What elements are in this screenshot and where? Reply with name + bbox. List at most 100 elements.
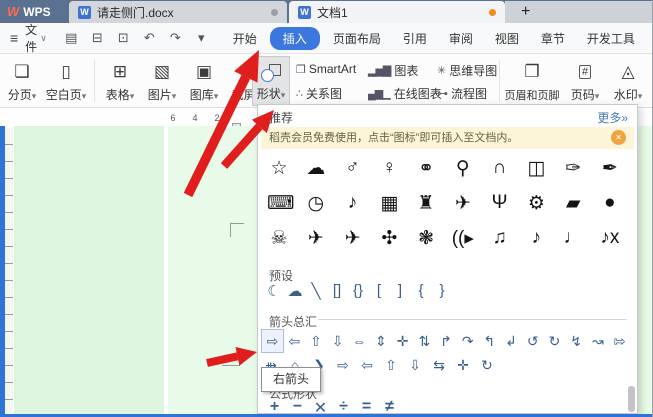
document-tab-2[interactable]: W 文档1 bbox=[289, 1, 505, 23]
tab-status-dot[interactable] bbox=[271, 8, 278, 16]
right-bracket-shape[interactable]: ] bbox=[392, 282, 408, 300]
mouse-icon[interactable]: ● bbox=[598, 192, 622, 214]
scooter-icon[interactable]: ⚭ bbox=[414, 157, 438, 180]
quarter-note-icon[interactable]: ♩ bbox=[561, 227, 585, 249]
flowchart-button[interactable]: ⊶ 流程图 bbox=[437, 85, 487, 102]
chevron-down-icon[interactable]: ∨ bbox=[40, 33, 47, 44]
mindmap-button[interactable]: ✳ 思维导图 bbox=[437, 62, 497, 79]
double-brace-shape[interactable]: {} bbox=[350, 282, 366, 300]
book-icon[interactable]: ◫ bbox=[524, 157, 548, 180]
battery-icon[interactable]: ▰ bbox=[561, 192, 585, 215]
man-icon[interactable]: ♂ bbox=[341, 157, 365, 179]
eighth-note-icon[interactable]: ♪ bbox=[524, 227, 548, 249]
print-preview-icon[interactable]: ⊡ bbox=[113, 30, 134, 46]
flower-splat-icon[interactable]: ❃ bbox=[414, 227, 438, 250]
curved-left-arrow-shape[interactable]: ↺ bbox=[522, 330, 543, 352]
fan-icon[interactable]: ✣ bbox=[377, 227, 401, 250]
curved-down-arrow-shape[interactable]: ↯ bbox=[566, 330, 587, 352]
menu-item-section[interactable]: 章节 bbox=[532, 27, 574, 50]
page-number-button[interactable]: # 页码▾ bbox=[566, 56, 604, 106]
left-brace-shape[interactable]: { bbox=[413, 282, 429, 300]
up-down-arrow-shape[interactable]: ⇕ bbox=[370, 330, 391, 352]
plane-icon[interactable]: ✈ bbox=[451, 192, 475, 215]
gears-icon[interactable]: ⚙ bbox=[524, 192, 548, 215]
right-brace-shape[interactable]: } bbox=[434, 282, 450, 300]
new-tab-button[interactable]: + bbox=[505, 3, 546, 21]
document-tab-1[interactable]: W 请走侧门.docx bbox=[69, 1, 287, 23]
microphone-icon[interactable]: Ψ bbox=[488, 192, 512, 214]
lighthouse-icon[interactable]: ♜ bbox=[414, 192, 438, 215]
print-icon[interactable]: ⊟ bbox=[87, 30, 108, 46]
redo-icon[interactable]: ↷ bbox=[165, 30, 186, 46]
menu-item-home[interactable]: 开始 bbox=[224, 27, 266, 50]
left-right-up-arrow-shape[interactable]: ⇅ bbox=[414, 330, 435, 352]
up-arrow-shape[interactable]: ⇧ bbox=[305, 330, 326, 352]
airplane-icon[interactable]: ✈ bbox=[304, 227, 328, 250]
file-menu[interactable]: 文件 bbox=[22, 21, 40, 55]
table-button[interactable]: ⊞ 表格▾ bbox=[100, 56, 140, 106]
quad-arrow-callout-shape[interactable]: ✛ bbox=[456, 357, 470, 374]
piano-icon[interactable]: ⌨ bbox=[267, 192, 294, 215]
loudspeaker-icon[interactable]: ((▸ bbox=[451, 227, 475, 250]
left-right-arrow-callout-shape[interactable]: ⇆ bbox=[432, 357, 446, 374]
u-turn-arrow-shape[interactable]: ↷ bbox=[457, 330, 478, 352]
page-break-button[interactable]: ❏ 分页▾ bbox=[4, 56, 40, 106]
gallery-button[interactable]: ▣ 图库▾ bbox=[184, 56, 224, 106]
menu-item-cloud[interactable]: 云服务 bbox=[648, 27, 652, 50]
tab-unsaved-dot[interactable] bbox=[489, 8, 496, 16]
double-bracket-shape[interactable]: [] bbox=[329, 282, 345, 300]
farm-field-icon[interactable]: ▦ bbox=[377, 192, 401, 215]
smartart-button[interactable]: ❒ SmartArt bbox=[296, 62, 356, 76]
up-arrow-callout-shape[interactable]: ⇧ bbox=[384, 357, 398, 374]
hamburger-icon[interactable]: ≡ bbox=[6, 30, 22, 46]
menu-item-references[interactable]: 引用 bbox=[394, 27, 436, 50]
left-arrow-shape[interactable]: ⇦ bbox=[284, 330, 305, 352]
left-up-arrow-shape[interactable]: ↲ bbox=[501, 330, 522, 352]
skull-icon[interactable]: ☠ bbox=[267, 227, 291, 250]
star-icon[interactable]: ☆ bbox=[267, 157, 291, 180]
header-footer-button[interactable]: ❐ 页眉和页脚 bbox=[503, 56, 561, 106]
menu-item-dev-tools[interactable]: 开发工具 bbox=[578, 27, 644, 50]
chart-button[interactable]: ▂▅▇ 图表 bbox=[368, 62, 418, 79]
down-arrow-shape[interactable]: ⇩ bbox=[327, 330, 348, 352]
left-arrow-callout-shape[interactable]: ⇦ bbox=[360, 357, 374, 374]
document-page-1[interactable] bbox=[14, 126, 164, 414]
left-right-arrow-shape[interactable]: ⇔ bbox=[349, 330, 370, 352]
pen-icon[interactable]: ✒ bbox=[598, 157, 622, 180]
beamed-note-icon[interactable]: ♫ bbox=[488, 227, 512, 249]
menu-item-insert[interactable]: 插入 bbox=[269, 26, 320, 50]
circular-arrow-shape[interactable]: ↻ bbox=[480, 357, 494, 374]
more-link[interactable]: 更多» bbox=[597, 109, 628, 126]
more-commands-icon[interactable]: ▾ bbox=[191, 30, 212, 46]
down-arrow-callout-shape[interactable]: ⇩ bbox=[408, 357, 422, 374]
save-icon[interactable]: ▤ bbox=[61, 30, 82, 46]
relation-diagram-button[interactable]: ∴ 关系图 bbox=[296, 85, 342, 102]
line-shape[interactable]: ╲ bbox=[308, 282, 324, 300]
left-bracket-shape[interactable]: [ bbox=[371, 282, 387, 300]
online-chart-button[interactable]: ▄▆▁ 在线图表 bbox=[368, 85, 442, 102]
crescent-shape[interactable]: ☾ bbox=[266, 282, 282, 300]
right-arrow-shape[interactable]: ⇨ bbox=[261, 329, 284, 353]
music-note-icon[interactable]: ♪ bbox=[341, 192, 365, 214]
magnifier-icon[interactable]: ⚲ bbox=[451, 157, 475, 180]
bent-up-arrow-shape[interactable]: ↰ bbox=[479, 330, 500, 352]
striped-right-arrow-shape[interactable]: ⇰ bbox=[609, 330, 630, 352]
blank-page-button[interactable]: ▯ 空白页▾ bbox=[42, 56, 90, 106]
picture-button[interactable]: ▧ 图片▾ bbox=[142, 56, 182, 106]
menu-item-review[interactable]: 审阅 bbox=[440, 27, 482, 50]
wps-logo[interactable]: W WPS bbox=[0, 0, 69, 23]
feather-icon[interactable]: ✑ bbox=[561, 157, 585, 180]
cloud-shape[interactable]: ☁ bbox=[287, 282, 303, 300]
clock-icon[interactable]: ◷ bbox=[304, 192, 328, 215]
scrollbar-thumb[interactable] bbox=[628, 386, 635, 412]
undo-icon[interactable]: ↶ bbox=[139, 30, 160, 46]
cloud-icon[interactable]: ☁ bbox=[304, 157, 328, 180]
watermark-button[interactable]: ◬ 水印▾ bbox=[608, 56, 648, 106]
woman-icon[interactable]: ♀ bbox=[377, 157, 401, 179]
right-arrow-callout-shape[interactable]: ⇨ bbox=[336, 357, 350, 374]
menu-item-view[interactable]: 视图 bbox=[486, 27, 528, 50]
jet-icon[interactable]: ✈ bbox=[341, 227, 365, 250]
curved-up-arrow-shape[interactable]: ↝ bbox=[587, 330, 608, 352]
close-icon[interactable]: ✕ bbox=[611, 130, 626, 145]
menu-item-page-layout[interactable]: 页面布局 bbox=[324, 27, 390, 50]
